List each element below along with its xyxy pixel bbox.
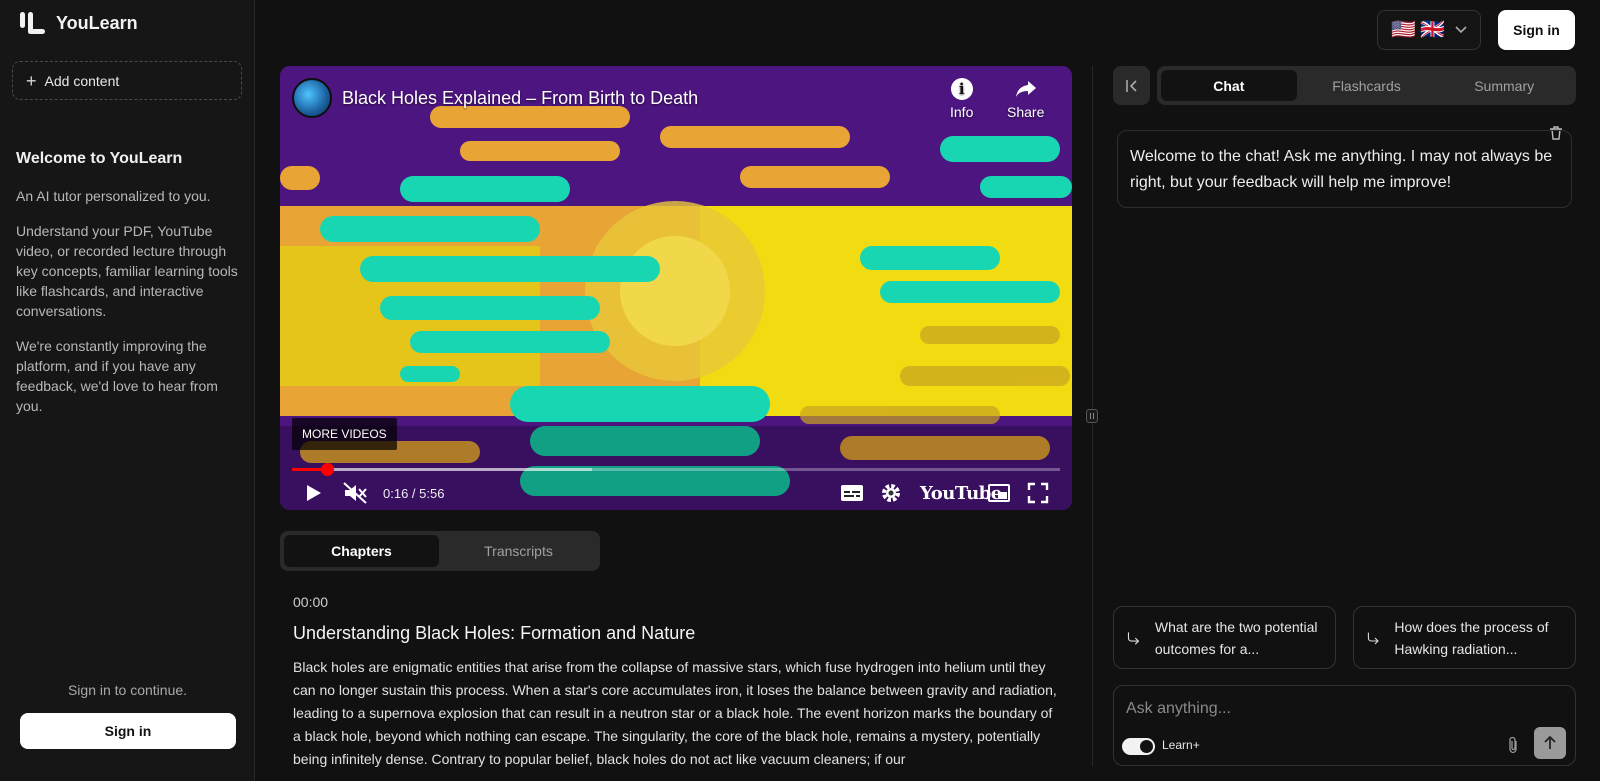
plus-icon: + — [26, 70, 37, 91]
suggested-question[interactable]: How does the process of Hawking radiatio… — [1353, 606, 1576, 669]
assistant-welcome-message: Welcome to the chat! Ask me anything. I … — [1117, 130, 1572, 208]
video-thumbnail — [280, 66, 1072, 510]
us-flag-icon: 🇺🇸 — [1391, 19, 1416, 41]
mute-button[interactable] — [342, 480, 368, 506]
more-videos-button[interactable]: MORE VIDEOS — [292, 418, 397, 450]
welcome-text: Understand your PDF, YouTube video, or r… — [16, 223, 238, 319]
info-label: Info — [950, 104, 974, 120]
video-title-row: Black Holes Explained – From Birth to De… — [292, 78, 698, 118]
video-time: 0:16 / 5:56 — [383, 486, 445, 501]
miniplayer-button[interactable] — [987, 480, 1011, 506]
captions-icon — [841, 485, 863, 501]
uk-flag-icon: 🇬🇧 — [1420, 19, 1445, 41]
tab-summary[interactable]: Summary — [1436, 70, 1572, 101]
video-info-button[interactable]: i Info — [950, 78, 973, 120]
chapter-title: Understanding Black Holes: Formation and… — [293, 623, 696, 643]
fullscreen-button[interactable] — [1027, 480, 1049, 506]
suggestion-text: What are the two potential outcomes for … — [1154, 618, 1318, 657]
learn-plus-toggle[interactable] — [1122, 738, 1155, 755]
signin-note: Sign in to continue. — [67, 682, 188, 698]
arrow-turn-icon — [1127, 631, 1140, 645]
welcome-title: Welcome to YouLearn — [16, 150, 183, 167]
channel-avatar[interactable] — [292, 78, 332, 118]
play-button[interactable] — [302, 480, 324, 506]
youlearn-logo-icon — [20, 12, 45, 34]
arrow-turn-icon — [1367, 632, 1379, 644]
video-progress-bar[interactable] — [292, 463, 1060, 476]
video-share-button[interactable]: Share — [1007, 78, 1044, 120]
miniplayer-icon — [988, 484, 1010, 502]
chevron-down-icon — [1455, 26, 1467, 34]
info-icon: i — [950, 78, 973, 100]
share-icon — [1015, 81, 1036, 97]
tab-flashcards[interactable]: Flashcards — [1299, 70, 1435, 101]
suggested-question[interactable]: What are the two potential outcomes for … — [1113, 606, 1336, 669]
collapse-panel-button[interactable] — [1113, 66, 1150, 105]
suggestion-text: How does the process of Hawking radiatio… — [1394, 618, 1549, 657]
resize-handle[interactable] — [1086, 409, 1098, 423]
welcome-text: An AI tutor personalized to you. — [16, 188, 211, 204]
add-content-label: Add content — [44, 72, 120, 89]
settings-button[interactable] — [880, 480, 902, 506]
toggle-knob — [1140, 740, 1153, 753]
sidebar: YouLearn + Add content Welcome to YouLea… — [0, 0, 255, 781]
attach-button[interactable] — [1506, 736, 1520, 759]
welcome-panel: Welcome to YouLearn An AI tutor personal… — [16, 150, 238, 431]
sidebar-signin-button[interactable]: Sign in — [20, 713, 236, 749]
share-label: Share — [1007, 104, 1045, 120]
learn-plus-label: Learn+ — [1162, 738, 1200, 752]
fullscreen-icon — [1027, 482, 1049, 504]
add-content-button[interactable]: + Add content — [12, 61, 242, 100]
gear-icon — [882, 484, 900, 502]
logo[interactable]: YouLearn — [18, 10, 138, 36]
muted-speaker-icon — [343, 482, 367, 504]
tab-chapters[interactable]: Chapters — [284, 535, 439, 567]
tab-transcripts[interactable]: Transcripts — [441, 535, 596, 567]
header-signin-button[interactable]: Sign in — [1498, 10, 1575, 50]
collapse-left-icon — [1125, 79, 1137, 92]
play-icon — [307, 485, 321, 501]
captions-button[interactable] — [840, 480, 864, 506]
tab-chat[interactable]: Chat — [1161, 70, 1297, 101]
content-tabs: Chapters Transcripts — [280, 531, 600, 571]
language-selector[interactable]: 🇺🇸 🇬🇧 — [1377, 10, 1481, 50]
chat-input[interactable] — [1126, 696, 1546, 722]
arrow-up-icon — [1544, 735, 1556, 749]
chapter-summary: Black holes are enigmatic entities that … — [293, 659, 1057, 767]
assistant-tabs: Chat Flashcards Summary — [1157, 66, 1576, 105]
paperclip-icon — [1509, 736, 1517, 754]
send-button[interactable] — [1534, 727, 1566, 759]
chapter-timestamp[interactable]: 00:00 — [293, 594, 328, 610]
video-title[interactable]: Black Holes Explained – From Birth to De… — [342, 88, 698, 109]
logo-text: YouLearn — [56, 12, 138, 33]
welcome-text: We're constantly improving the platform,… — [16, 338, 218, 414]
chat-composer: Learn+ — [1113, 685, 1576, 766]
progress-scrubber[interactable] — [320, 463, 334, 476]
video-player[interactable]: Black Holes Explained – From Birth to De… — [280, 66, 1072, 510]
progress-buffered — [292, 468, 592, 471]
